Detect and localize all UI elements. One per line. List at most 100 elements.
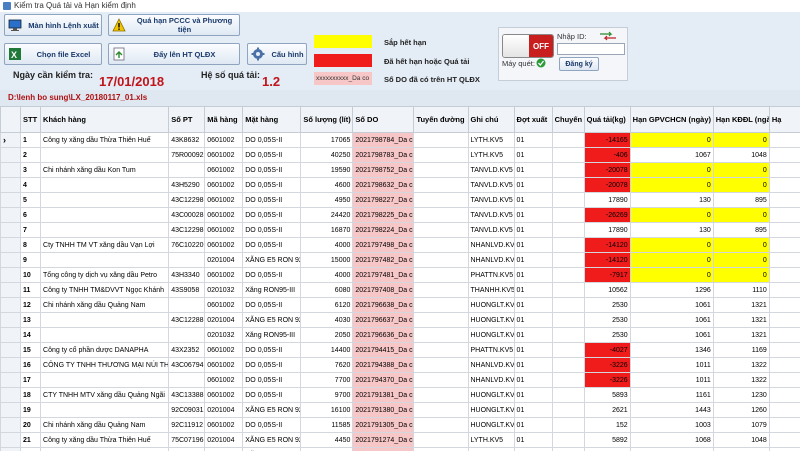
product-cell[interactable]: DO 0,05S-II <box>242 237 302 253</box>
overload-cell[interactable]: 11431 <box>583 447 631 451</box>
table-row[interactable]: 14 0201032 Xăng RON95-III 2050 2021796636_Da… <box>0 327 800 343</box>
trip-cell[interactable] <box>551 162 585 178</box>
product-cell[interactable]: XĂNG E5 RON 92-II <box>242 432 302 448</box>
kddl-cell[interactable]: 0 <box>712 207 770 223</box>
route-cell[interactable] <box>413 387 469 403</box>
extra-cell[interactable] <box>768 402 800 418</box>
batch-cell[interactable]: 01 <box>513 312 553 328</box>
column-header[interactable]: Hạn KĐĐL (ngày) <box>712 106 770 133</box>
route-cell[interactable] <box>413 447 469 451</box>
gpvchcn-cell[interactable]: 0 <box>629 132 714 148</box>
product-cell[interactable]: Xăng RON95-III <box>242 282 302 298</box>
extra-cell[interactable] <box>768 327 800 343</box>
route-cell[interactable] <box>413 342 469 358</box>
overload-cell[interactable]: 5893 <box>583 387 631 403</box>
quantity-cell[interactable]: 2050 <box>300 327 354 343</box>
quantity-cell[interactable]: 4000 <box>300 237 354 253</box>
quantity-cell[interactable]: 15000 <box>300 252 354 268</box>
route-cell[interactable] <box>413 432 469 448</box>
note-cell[interactable]: TANVLD.KV5 <box>467 207 515 223</box>
product-code-cell[interactable]: 0201032 <box>204 282 244 298</box>
extra-cell[interactable] <box>768 282 800 298</box>
do-number-cell[interactable]: 2021796636_Da co <box>352 327 415 343</box>
row-header[interactable] <box>0 162 22 178</box>
kddl-cell[interactable]: 1169 <box>712 342 770 358</box>
plate-cell[interactable]: 43C12288 <box>168 312 206 328</box>
config-button[interactable]: Cấu hình <box>247 43 307 65</box>
column-header[interactable]: Đợt xuất <box>513 106 553 133</box>
plate-cell[interactable] <box>168 162 206 178</box>
customer-cell[interactable]: CÔNG TY TNHH THƯƠNG MẠI NÚI THÀNH <box>40 357 170 373</box>
product-code-cell[interactable]: 0201032 <box>204 327 244 343</box>
product-cell[interactable]: DO 0,05S-II <box>242 372 302 388</box>
gpvchcn-cell[interactable]: 0 <box>629 207 714 223</box>
trip-cell[interactable] <box>551 387 585 403</box>
extra-cell[interactable] <box>768 132 800 148</box>
trip-cell[interactable] <box>551 192 585 208</box>
route-cell[interactable] <box>413 132 469 148</box>
row-header[interactable] <box>0 447 22 451</box>
quantity-cell[interactable]: 4000 <box>300 267 354 283</box>
product-cell[interactable]: DO 0,05S-II <box>242 222 302 238</box>
plate-cell[interactable] <box>168 327 206 343</box>
quantity-cell[interactable]: 9700 <box>300 387 354 403</box>
row-header[interactable] <box>0 192 22 208</box>
overload-cell[interactable]: 17890 <box>583 192 631 208</box>
plate-cell[interactable]: 43H5290 <box>168 177 206 193</box>
quantity-cell[interactable]: 6080 <box>300 282 354 298</box>
batch-cell[interactable]: 01 <box>513 432 553 448</box>
product-cell[interactable]: DO 0,05S-II <box>242 147 302 163</box>
row-header[interactable] <box>0 357 22 373</box>
quantity-cell[interactable]: 4030 <box>300 312 354 328</box>
do-number-cell[interactable]: 2021797498_Da co <box>352 237 415 253</box>
customer-cell[interactable] <box>40 207 170 223</box>
row-header[interactable] <box>0 432 22 448</box>
overload-cell[interactable]: -7917 <box>583 267 631 283</box>
route-cell[interactable] <box>413 222 469 238</box>
batch-cell[interactable]: 01 <box>513 282 553 298</box>
batch-cell[interactable]: 01 <box>513 267 553 283</box>
quantity-cell[interactable]: 4450 <box>300 432 354 448</box>
quantity-cell[interactable]: 17065 <box>300 132 354 148</box>
gpvchcn-cell[interactable]: 1061 <box>629 327 714 343</box>
trip-cell[interactable] <box>551 372 585 388</box>
batch-cell[interactable]: 01 <box>513 132 553 148</box>
trip-cell[interactable] <box>551 222 585 238</box>
product-cell[interactable]: DO 0,05S-II <box>242 207 302 223</box>
product-code-cell[interactable]: 0601002 <box>204 417 244 433</box>
do-number-cell[interactable]: 2021791274_Da co <box>352 432 415 448</box>
plate-cell[interactable]: 43C16977 <box>168 447 206 451</box>
product-cell[interactable]: DO 0,05S-II <box>242 297 302 313</box>
kddl-cell[interactable]: 1110 <box>712 282 770 298</box>
quantity-cell[interactable]: 7700 <box>300 372 354 388</box>
gpvchcn-cell[interactable]: 0 <box>629 267 714 283</box>
note-cell[interactable]: NHANLVD.KV5 <box>467 237 515 253</box>
kddl-cell[interactable]: 1322 <box>712 372 770 388</box>
product-code-cell[interactable]: 0601002 <box>204 267 244 283</box>
kddl-cell[interactable]: 1079 <box>712 417 770 433</box>
product-cell[interactable]: DO 0,05S-II <box>242 417 302 433</box>
note-cell[interactable]: HUONGLT.KV5 <box>467 312 515 328</box>
overload-cell[interactable]: -3226 <box>583 372 631 388</box>
extra-cell[interactable] <box>768 357 800 373</box>
kddl-cell[interactable]: 0 <box>712 132 770 148</box>
product-code-cell[interactable]: 0201004 <box>204 402 244 418</box>
kddl-cell[interactable]: 0 <box>712 237 770 253</box>
route-cell[interactable] <box>413 237 469 253</box>
customer-cell[interactable] <box>40 177 170 193</box>
kddl-cell[interactable]: 1260 <box>712 402 770 418</box>
row-header[interactable] <box>0 387 22 403</box>
product-cell[interactable]: Xăng RON95-III <box>242 327 302 343</box>
row-header[interactable] <box>0 312 22 328</box>
customer-cell[interactable]: Tổng công ty dịch vụ xăng dầu Petro <box>40 267 170 283</box>
batch-cell[interactable]: 01 <box>513 297 553 313</box>
extra-cell[interactable] <box>768 297 800 313</box>
do-number-cell[interactable]: 2021794388_Da co <box>352 357 415 373</box>
route-cell[interactable] <box>413 357 469 373</box>
column-header[interactable]: Mặt hàng <box>242 106 302 133</box>
quantity-cell[interactable]: 7620 <box>300 357 354 373</box>
table-row[interactable]: 9 0201004XĂNG E5 RON 92-II150002021797482… <box>0 252 800 268</box>
customer-cell[interactable]: Chi nhánh xăng dầu Quảng Nam <box>40 297 170 313</box>
product-code-cell[interactable]: 0601002 <box>204 237 244 253</box>
route-cell[interactable] <box>413 162 469 178</box>
